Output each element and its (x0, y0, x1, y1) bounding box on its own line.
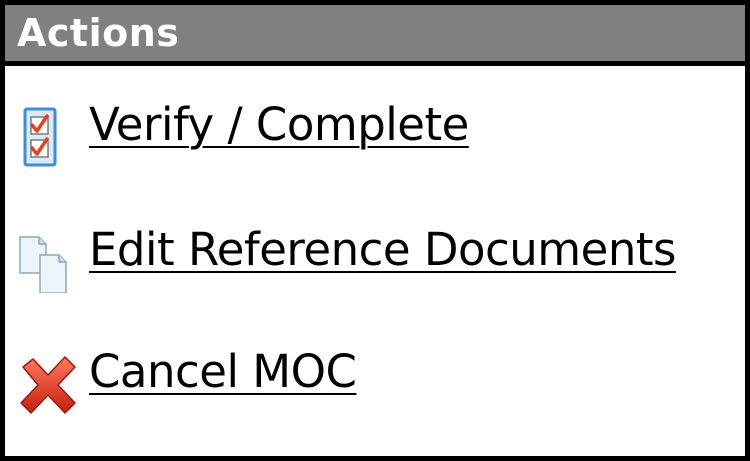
cancel-moc-action[interactable]: Cancel MOC (15, 345, 357, 415)
verify-complete-action[interactable]: Verify / Complete (15, 100, 469, 170)
documents-icon (19, 236, 67, 293)
panel-title: Actions (17, 11, 180, 55)
panel-header: Actions (5, 5, 745, 66)
cancel-x-icon (20, 356, 76, 414)
cancel-moc-link[interactable]: Cancel MOC (89, 349, 357, 394)
actions-panel: Actions Verify / Complete Edit Reference… (0, 0, 750, 461)
checklist-icon (23, 107, 57, 167)
verify-complete-link[interactable]: Verify / Complete (89, 102, 469, 147)
edit-reference-documents-link[interactable]: Edit Reference Documents (89, 227, 676, 272)
edit-reference-documents-action[interactable]: Edit Reference Documents (15, 223, 676, 293)
